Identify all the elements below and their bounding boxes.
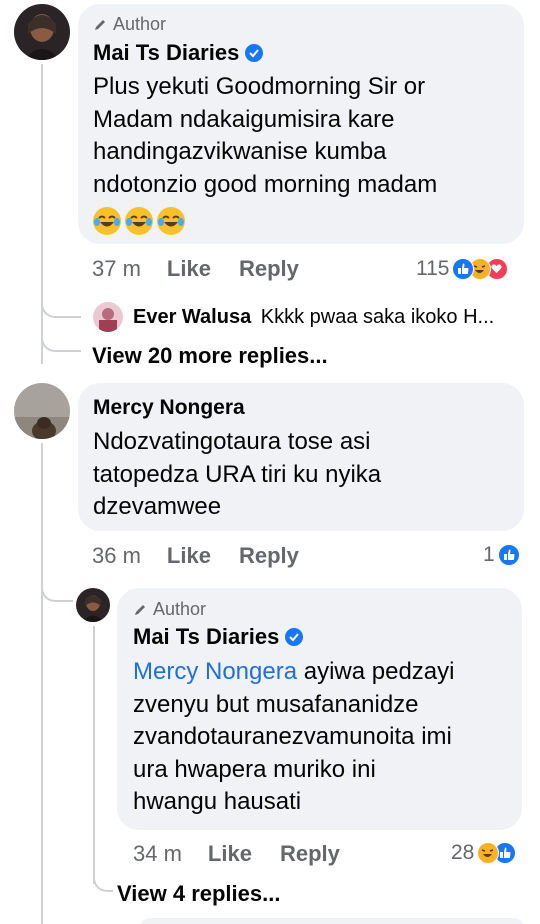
comment-line: Madam ndakaigumisira kare [93,105,395,133]
verified-badge-icon [285,628,304,646]
reply-line: hwangu hausati [133,788,302,815]
mention-link[interactable]: Mercy Nongera [133,658,297,685]
thread-branch [93,872,113,892]
reply-preview[interactable]: Ever Walusa Kkkk pwaa saka ikoko H... [133,306,494,329]
reply-line: zvenyu but musafananidze [133,690,419,718]
author-tag: Author [133,599,206,620]
tears-of-joy-emoji-icon [93,206,121,235]
comment-text: Plus yekuti Goodmorning Sir or Madam nda… [93,71,513,237]
commenter-name[interactable]: Mai Ts Diaries [93,40,264,66]
timestamp[interactable]: 34 m [133,841,182,867]
view-more-replies-link[interactable]: View 20 more replies... [92,343,328,369]
reply-line: zvandotauranezvamunoita imi [133,723,452,750]
timestamp[interactable]: 37 m [92,256,141,282]
reply-button[interactable]: Reply [280,841,340,867]
commenter-name-text[interactable]: Mercy Nongera [93,396,245,420]
comment-line: ndotonzio good morning madam [93,170,438,198]
thread-branch [41,580,73,602]
commenter-name[interactable]: Mercy Nongera [93,396,245,420]
reply-preview-name[interactable]: Ever Walusa [133,306,251,328]
avatar[interactable] [14,383,70,439]
reaction-summary[interactable]: 1 [483,543,520,567]
comment-actions: 36 m Like Reply [92,543,299,569]
avatar[interactable] [93,302,123,332]
tears-of-joy-emoji-icon [125,206,153,235]
reply-button[interactable]: Reply [239,543,299,569]
timestamp[interactable]: 36 m [92,543,141,569]
reaction-count[interactable]: 28 [451,841,474,865]
comment-line: tatopedza URA tiri ku nyika [93,460,382,488]
author-tag: Author [93,14,166,35]
thread-line [93,626,95,884]
thread-line [41,64,43,364]
reply-line: ura hwapera muriko ini [133,755,376,783]
reply-button[interactable]: Reply [239,256,299,282]
comment-line: Plus yekuti Goodmorning Sir or [93,73,426,100]
avatar[interactable] [76,588,110,622]
view-more-replies-link[interactable]: View 4 replies... [117,881,280,907]
like-button[interactable]: Like [208,841,252,867]
author-tag-label: Author [153,599,207,619]
avatar[interactable] [14,4,70,60]
comment-line: dzevamwee [93,493,222,520]
commenter-name-text[interactable]: Mai Ts Diaries [93,40,239,66]
thread-line [41,443,43,924]
haha-reaction-icon [477,842,500,864]
author-tag-label: Author [113,14,167,34]
verified-badge-icon [245,44,264,62]
tears-of-joy-emoji-icon [157,206,185,235]
reply-first-text: ayiwa pedzayi [297,658,455,685]
emoji-row [93,201,513,237]
comment-bubble [140,918,524,924]
pen-icon [95,19,105,30]
reaction-count[interactable]: 115 [416,257,449,281]
reply-line: Mercy Nongera ayiwa pedzayi [133,656,518,689]
thread-branch [41,300,81,318]
pen-icon [135,604,145,615]
comment-line: Ndozvatingotaura tose asi [93,428,371,455]
reaction-summary[interactable]: 28 [451,841,517,865]
like-reaction-icon [497,544,520,566]
like-button[interactable]: Like [167,256,211,282]
like-button[interactable]: Like [167,543,211,569]
like-reaction-icon [452,258,475,280]
reply-actions: 34 m Like Reply [133,841,340,867]
comment-actions: 37 m Like Reply [92,256,299,282]
commenter-name-text[interactable]: Mai Ts Diaries [133,624,279,650]
reply-text: Mercy Nongera ayiwa pedzayi zvenyu but m… [133,656,518,819]
reaction-count[interactable]: 1 [483,543,495,567]
reaction-summary[interactable]: 115 [416,257,509,281]
reply-preview-text: Kkkk pwaa saka ikoko H... [260,306,495,328]
thread-branch [41,334,81,352]
comment-line: handingazvikwanise kumba [93,138,387,165]
comment-text: Ndozvatingotaura tose asi tatopedza URA … [93,426,513,524]
commenter-name[interactable]: Mai Ts Diaries [133,624,304,650]
